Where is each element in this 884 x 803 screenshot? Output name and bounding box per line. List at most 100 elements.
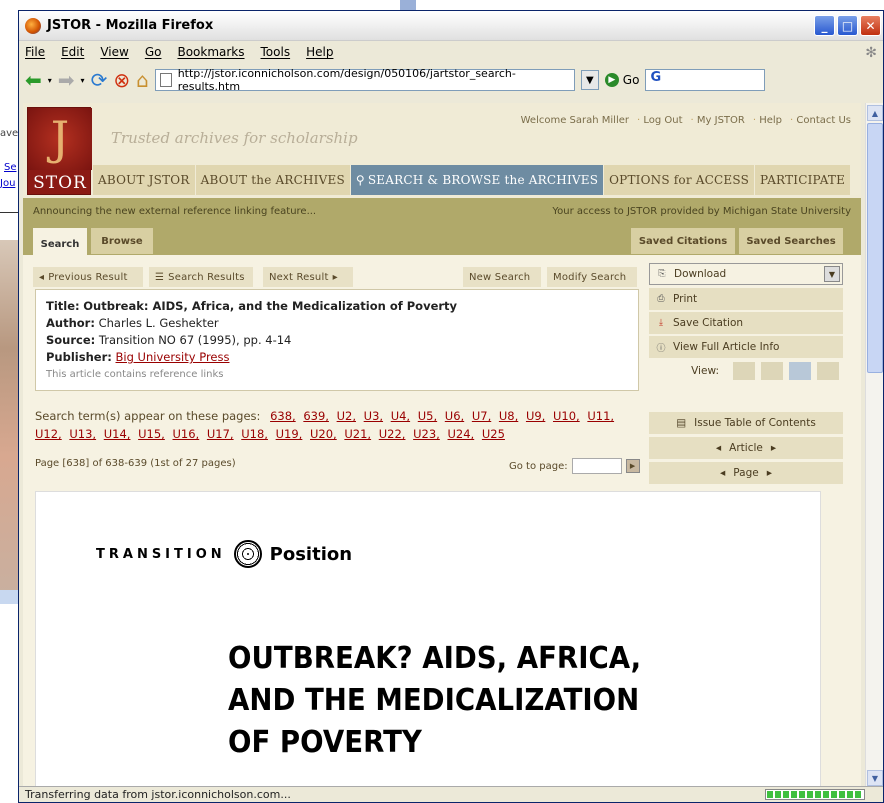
- nav-participate[interactable]: PARTICIPATE: [755, 165, 852, 195]
- back-dropdown-icon[interactable]: ▾: [48, 76, 52, 85]
- page-link[interactable]: U24,: [448, 427, 475, 441]
- scroll-up-icon[interactable]: ▲: [867, 105, 883, 121]
- background-link[interactable]: Jou: [0, 178, 15, 189]
- page-link[interactable]: U14,: [104, 427, 131, 441]
- page-link[interactable]: U5,: [418, 409, 437, 423]
- view-full-info-button[interactable]: ⓘ View Full Article Info: [649, 336, 843, 358]
- minimize-button[interactable]: _: [814, 15, 835, 36]
- menu-view[interactable]: View: [100, 45, 128, 59]
- modify-search-button[interactable]: Modify Search: [547, 267, 637, 287]
- page-link[interactable]: U19,: [276, 427, 303, 441]
- maximize-button[interactable]: □: [837, 15, 858, 36]
- nav-search-browse[interactable]: ⚲ SEARCH & BROWSE the ARCHIVES: [350, 165, 605, 195]
- publisher-link[interactable]: Big University Press: [116, 350, 230, 364]
- nav-options-access[interactable]: OPTIONS for ACCESS: [604, 165, 756, 195]
- title-bar[interactable]: JSTOR - Mozilla Firefox _ □ ✕: [19, 11, 883, 41]
- scroll-down-icon[interactable]: ▼: [867, 770, 883, 786]
- go-button[interactable]: ▶ Go: [604, 73, 640, 87]
- vertical-scrollbar[interactable]: ▲ ▼: [865, 103, 883, 788]
- menu-help[interactable]: Help: [306, 45, 333, 59]
- progress-fill: [767, 791, 863, 798]
- nav-about-jstor[interactable]: ABOUT JSTOR: [93, 165, 196, 195]
- download-icon: ⎘: [658, 269, 666, 279]
- page-link[interactable]: U21,: [344, 427, 371, 441]
- go-to-page-button[interactable]: ▶: [625, 459, 640, 473]
- page-link[interactable]: U11,: [587, 409, 614, 423]
- search-results-button[interactable]: ☰ Search Results: [149, 267, 253, 287]
- next-result-button[interactable]: Next Result ▸: [263, 267, 353, 287]
- page-link[interactable]: U18,: [241, 427, 268, 441]
- menu-edit[interactable]: Edit: [61, 45, 84, 59]
- page-link[interactable]: U10,: [553, 409, 580, 423]
- url-dropdown-button[interactable]: ▼: [580, 70, 599, 90]
- page-link[interactable]: U8,: [499, 409, 518, 423]
- prev-article-icon[interactable]: ◂: [716, 442, 721, 454]
- back-arrow-icon[interactable]: ⬅: [25, 70, 42, 90]
- reload-icon[interactable]: ⟳: [91, 70, 108, 90]
- page-link[interactable]: U25: [482, 427, 505, 441]
- close-button[interactable]: ✕: [860, 15, 881, 36]
- tab-browse[interactable]: Browse: [91, 228, 153, 254]
- page-content: J STOR Trusted archives for scholarship …: [23, 103, 861, 788]
- page-link[interactable]: U15,: [138, 427, 165, 441]
- stop-icon[interactable]: ⊗: [113, 70, 130, 90]
- scroll-thumb[interactable]: [867, 123, 883, 373]
- page-link[interactable]: U2,: [337, 409, 356, 423]
- go-to-page-input[interactable]: [571, 458, 622, 474]
- view-full-page-icon[interactable]: [817, 362, 839, 380]
- menu-tools[interactable]: Tools: [261, 45, 291, 59]
- page-link[interactable]: 639,: [303, 409, 329, 423]
- my-jstor-link[interactable]: My JSTOR: [691, 115, 745, 126]
- url-text[interactable]: http://jstor.iconnicholson.com/design/05…: [178, 67, 574, 93]
- tab-saved-searches[interactable]: Saved Searches: [739, 228, 843, 254]
- page-link[interactable]: U4,: [391, 409, 410, 423]
- page-link[interactable]: U23,: [413, 427, 440, 441]
- view-grid-icon[interactable]: [733, 362, 755, 380]
- window-title: JSTOR - Mozilla Firefox: [47, 18, 214, 33]
- search-engine-box[interactable]: G: [645, 69, 766, 91]
- page-link[interactable]: U7,: [472, 409, 491, 423]
- announcement-link[interactable]: Announcing the new external reference li…: [33, 206, 316, 217]
- page-link[interactable]: U17,: [207, 427, 234, 441]
- next-page-icon[interactable]: ▸: [767, 467, 772, 479]
- contact-us-link[interactable]: Contact Us: [790, 115, 851, 126]
- jstor-logo[interactable]: J STOR: [27, 107, 92, 195]
- download-select[interactable]: ⎘ Download ▼: [649, 263, 843, 285]
- page-link[interactable]: U22,: [379, 427, 406, 441]
- forward-dropdown-icon[interactable]: ▾: [81, 76, 85, 85]
- issue-toc-button[interactable]: ▤ Issue Table of Contents: [649, 412, 843, 434]
- page-link[interactable]: U20,: [310, 427, 337, 441]
- go-label: Go: [622, 73, 640, 87]
- page-nav: ◂ Page ▸: [649, 462, 843, 484]
- previous-result-label: Previous Result: [48, 271, 128, 283]
- menu-go[interactable]: Go: [145, 45, 162, 59]
- background-link[interactable]: Se: [4, 162, 17, 173]
- help-link[interactable]: Help: [753, 115, 782, 126]
- view-single-page-icon[interactable]: [789, 362, 811, 380]
- nav-about-archives[interactable]: ABOUT the ARCHIVES: [195, 165, 351, 195]
- page-link[interactable]: U9,: [526, 409, 545, 423]
- page-link[interactable]: U3,: [364, 409, 383, 423]
- page-link[interactable]: U16,: [173, 427, 200, 441]
- prev-page-icon[interactable]: ◂: [720, 467, 725, 479]
- save-citation-button[interactable]: ⤓ Save Citation: [649, 312, 843, 334]
- log-out-link[interactable]: Log Out: [637, 115, 682, 126]
- menu-file[interactable]: File: [25, 45, 45, 59]
- view-two-page-icon[interactable]: [761, 362, 783, 380]
- page-link[interactable]: U6,: [445, 409, 464, 423]
- previous-result-button[interactable]: ◂ Previous Result: [33, 267, 143, 287]
- title-label: Title:: [46, 299, 80, 313]
- next-article-icon[interactable]: ▸: [771, 442, 776, 454]
- url-bar[interactable]: http://jstor.iconnicholson.com/design/05…: [154, 67, 575, 93]
- print-button[interactable]: ⎙ Print: [649, 288, 843, 310]
- page-link[interactable]: U12,: [35, 427, 62, 441]
- home-icon[interactable]: ⌂: [136, 70, 149, 90]
- author-label: Author:: [46, 316, 95, 330]
- forward-arrow-icon[interactable]: ➡: [58, 70, 75, 90]
- menu-bookmarks[interactable]: Bookmarks: [177, 45, 244, 59]
- page-link[interactable]: U13,: [69, 427, 96, 441]
- new-search-button[interactable]: New Search: [463, 267, 541, 287]
- page-link[interactable]: 638,: [270, 409, 296, 423]
- tab-saved-citations[interactable]: Saved Citations: [631, 228, 735, 254]
- article-source: Transition NO 67 (1995), pp. 4-14: [98, 333, 292, 347]
